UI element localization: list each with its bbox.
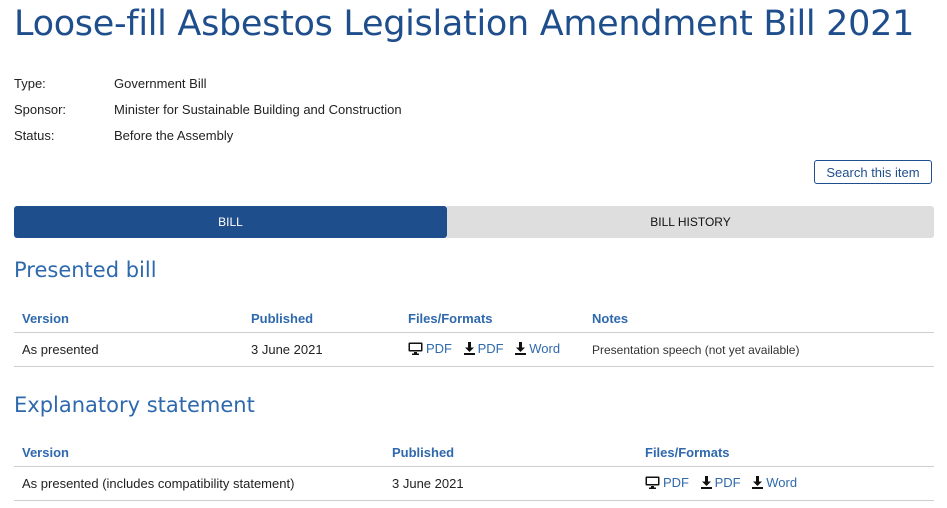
word-download-link[interactable]: Word [752, 475, 797, 490]
explanatory-statement-heading: Explanatory statement [14, 393, 255, 417]
version-header: Version [22, 310, 69, 326]
monitor-icon [645, 476, 660, 489]
published-cell: 3 June 2021 [392, 476, 464, 491]
table-row: As presented 3 June 2021 PDF PDF Word Pr… [14, 333, 934, 367]
pdf-download-label: PDF [714, 475, 741, 490]
notes-cell: Presentation speech (not yet available) [592, 342, 800, 357]
word-download-label: Word [529, 341, 561, 356]
version-cell: As presented (includes compatibility sta… [22, 476, 295, 491]
presented-bill-table: Version Published Files/Formats Notes As… [14, 304, 934, 367]
meta-row-sponsor: Sponsor: Minister for Sustainable Buildi… [14, 96, 402, 122]
published-header: Published [392, 444, 455, 460]
table-header: Version Published Files/Formats Notes [14, 304, 934, 333]
bill-metadata: Type: Government Bill Sponsor: Minister … [14, 70, 402, 148]
status-label: Status: [14, 127, 55, 143]
download-icon [700, 476, 712, 489]
presented-bill-heading: Presented bill [14, 258, 157, 282]
files-formats-header: Files/Formats [645, 444, 730, 460]
pdf-view-label: PDF [663, 475, 689, 490]
pdf-download-label: PDF [477, 341, 504, 356]
status-value: Before the Assembly [114, 127, 234, 143]
table-row: As presented (includes compatibility sta… [14, 467, 934, 501]
notes-header: Notes [592, 310, 629, 326]
table-header: Version Published Files/Formats [14, 438, 934, 467]
type-value: Government Bill [114, 75, 207, 91]
pdf-download-link[interactable]: PDF [463, 341, 504, 356]
meta-row-status: Status: Before the Assembly [14, 122, 402, 148]
files-cell: PDF PDF Word [637, 475, 934, 492]
sponsor-value: Minister for Sustainable Building and Co… [114, 101, 402, 117]
meta-row-type: Type: Government Bill [14, 70, 402, 96]
explanatory-statement-table: Version Published Files/Formats As prese… [14, 438, 934, 501]
download-icon [752, 476, 764, 489]
tab-bar: BILL BILL HISTORY [14, 206, 934, 238]
page-title: Loose-fill Asbestos Legislation Amendmen… [14, 4, 915, 44]
pdf-view-link[interactable]: PDF [408, 341, 452, 356]
pdf-download-link[interactable]: PDF [700, 475, 741, 490]
word-download-link[interactable]: Word [515, 341, 560, 356]
published-cell: 3 June 2021 [251, 342, 323, 357]
type-label: Type: [14, 75, 46, 91]
monitor-icon [408, 342, 423, 355]
download-icon [515, 342, 527, 355]
pdf-view-label: PDF [426, 341, 452, 356]
word-download-label: Word [766, 475, 798, 490]
search-this-item-button[interactable]: Search this item [814, 160, 932, 184]
sponsor-label: Sponsor: [14, 101, 67, 117]
pdf-view-link[interactable]: PDF [645, 475, 689, 490]
files-cell: PDF PDF Word [400, 341, 584, 358]
version-cell: As presented [22, 342, 99, 357]
download-icon [463, 342, 475, 355]
published-header: Published [251, 310, 314, 326]
files-formats-header: Files/Formats [408, 310, 493, 326]
version-header: Version [22, 444, 69, 460]
tab-bill[interactable]: BILL [14, 206, 447, 238]
tab-bill-history[interactable]: BILL HISTORY [447, 206, 934, 238]
